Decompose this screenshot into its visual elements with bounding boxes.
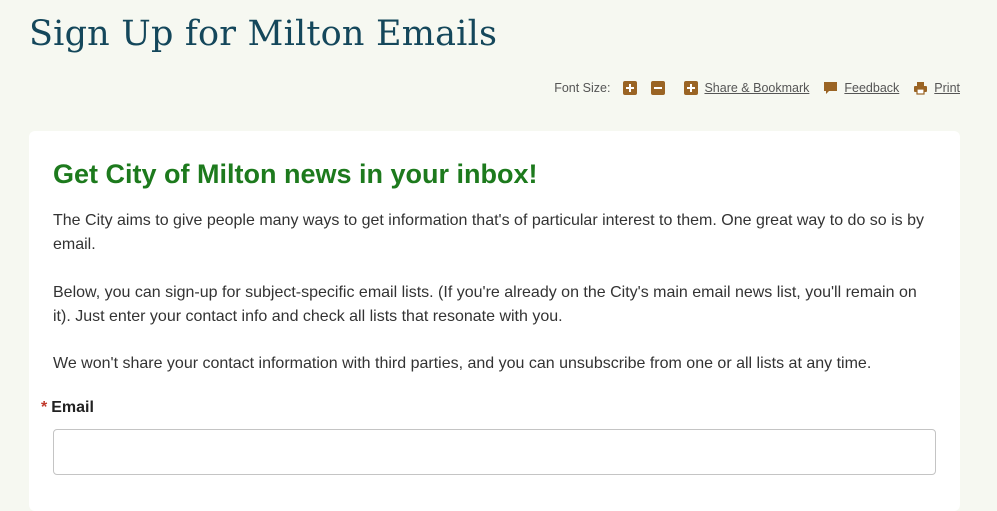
signup-card: Get City of Milton news in your inbox! T…: [29, 131, 960, 511]
required-marker: *: [41, 399, 48, 416]
font-size-label: Font Size:: [554, 81, 611, 95]
speech-bubble-icon: [824, 82, 838, 94]
feedback-link[interactable]: Feedback: [823, 81, 899, 95]
printer-icon: [914, 82, 928, 95]
page-toolbar: Font Size: Share & Bookmark Feedback Pri…: [554, 79, 960, 97]
share-bookmark-link[interactable]: Share & Bookmark: [684, 81, 809, 95]
page-title: Sign Up for Milton Emails: [29, 14, 498, 54]
email-field[interactable]: [53, 429, 936, 475]
print-link[interactable]: Print: [913, 81, 960, 95]
email-label-text: Email: [51, 399, 94, 416]
lists-paragraph: Below, you can sign-up for subject-speci…: [53, 284, 917, 325]
intro-paragraph: The City aims to give people many ways t…: [53, 212, 925, 253]
signup-heading: Get City of Milton news in your inbox!: [53, 159, 538, 189]
font-increase-icon[interactable]: [623, 81, 638, 95]
font-decrease-icon[interactable]: [651, 81, 666, 95]
share-plus-icon: [684, 81, 699, 95]
email-label: * Email: [41, 399, 94, 417]
share-bookmark-label: Share & Bookmark: [704, 81, 810, 95]
feedback-label: Feedback: [844, 81, 900, 95]
print-label: Print: [934, 81, 960, 95]
privacy-paragraph: We won't share your contact information …: [53, 355, 872, 372]
